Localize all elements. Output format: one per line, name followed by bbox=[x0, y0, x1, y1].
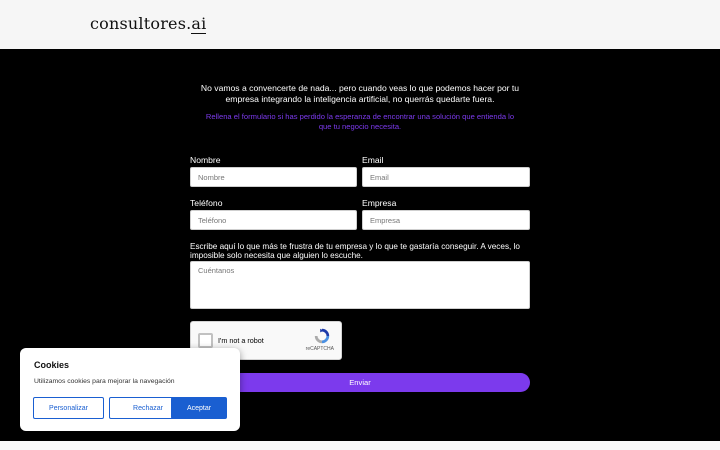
empresa-label: Empresa bbox=[362, 198, 397, 208]
cookie-text: Utilizamos cookies para mejorar la naveg… bbox=[34, 378, 175, 385]
recaptcha-brand: reCAPTCHA bbox=[305, 346, 334, 352]
telefono-input[interactable] bbox=[190, 210, 357, 230]
site-logo[interactable]: consultores.ai bbox=[90, 14, 207, 34]
submit-button[interactable]: Enviar bbox=[190, 373, 530, 392]
cookie-title: Cookies bbox=[34, 360, 70, 370]
cookie-banner: Cookies Utilizamos cookies para mejorar … bbox=[20, 348, 240, 431]
email-input[interactable] bbox=[362, 167, 530, 187]
recaptcha-label: I'm not a robot bbox=[218, 336, 264, 345]
empresa-input[interactable] bbox=[362, 210, 530, 230]
logo-text: consultores. bbox=[90, 14, 192, 33]
email-label: Email bbox=[362, 155, 384, 165]
cookie-aceptar-button[interactable]: Aceptar bbox=[171, 397, 227, 419]
logo-accent-text: ai bbox=[191, 14, 207, 34]
mensaje-textarea[interactable] bbox=[190, 261, 530, 309]
mensaje-label: Escribe aquí lo que más te frustra de tu… bbox=[190, 242, 520, 260]
intro-subtext: Rellena el formulario si has perdido la … bbox=[205, 112, 515, 131]
cookie-personalizar-button[interactable]: Personalizar bbox=[33, 397, 104, 419]
intro-text: No vamos a convencerte de nada... pero c… bbox=[200, 83, 520, 104]
recaptcha-checkbox[interactable] bbox=[198, 333, 213, 348]
nombre-input[interactable] bbox=[190, 167, 357, 187]
telefono-label: Teléfono bbox=[190, 198, 223, 208]
top-bar: consultores.ai bbox=[0, 0, 720, 49]
nombre-label: Nombre bbox=[190, 155, 221, 165]
recaptcha-logo-icon bbox=[314, 328, 330, 344]
footer-strip bbox=[0, 441, 720, 450]
